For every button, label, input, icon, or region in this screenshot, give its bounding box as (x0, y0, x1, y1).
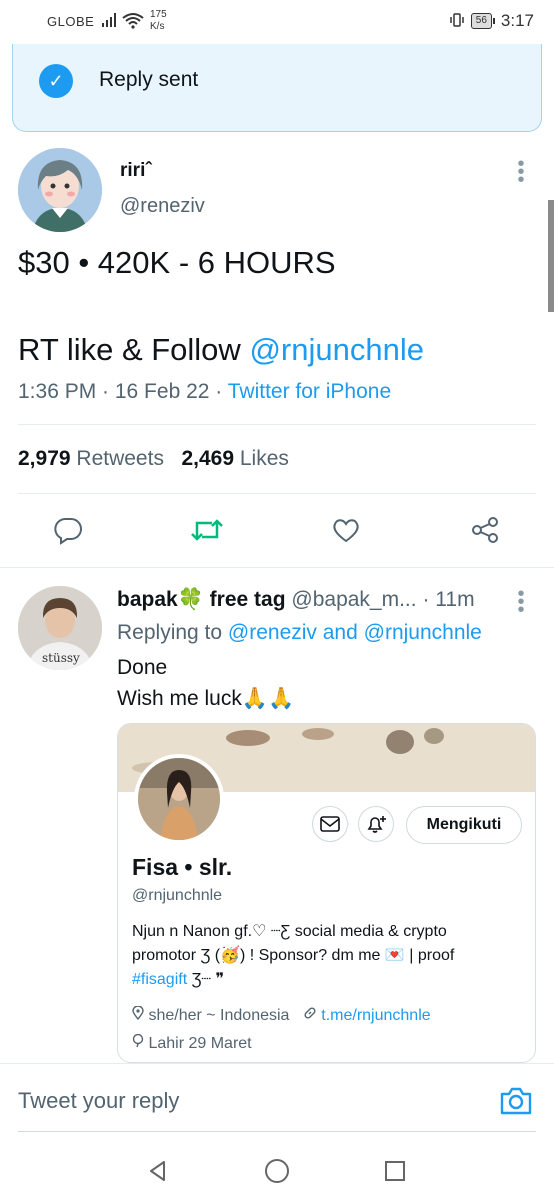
home-icon[interactable] (262, 1156, 292, 1186)
tweet-text: RT like & Follow (18, 332, 250, 367)
divider (18, 424, 536, 425)
status-bar: GLOBE 175 K/s 56 3:17 (0, 0, 554, 44)
hashtag: #fisagift (132, 971, 188, 988)
divider (18, 493, 536, 494)
mention-link[interactable]: @rnjunchnle (364, 621, 482, 644)
carrier-label: GLOBE (47, 14, 95, 29)
share-icon[interactable] (465, 510, 505, 550)
reply-icon[interactable] (48, 510, 88, 550)
profile-avatar (134, 754, 224, 844)
tweet-source-link[interactable]: Twitter for iPhone (228, 380, 391, 403)
clock: 3:17 (500, 11, 534, 30)
divider (0, 567, 554, 568)
profile-handle: @rnjunchnle (132, 887, 223, 904)
reply-author-handle[interactable]: @bapak_m... (291, 588, 416, 611)
mention-link[interactable]: @reneziv (228, 621, 317, 644)
retweet-icon[interactable] (187, 510, 227, 550)
reply-sent-toast: ✓ Reply sent (12, 44, 542, 132)
bio-line: promotor Ʒ (🥳) ! Sponsor? dm me 💌 | proo… (132, 947, 455, 964)
recent-apps-icon[interactable] (380, 1156, 410, 1186)
notification-bell-icon (358, 806, 394, 842)
check-icon: ✓ (39, 64, 73, 98)
camera-icon[interactable] (498, 1083, 534, 1119)
profile-location-row: she/her ~ Indonesia t.me/rnjunchnle (132, 1005, 431, 1025)
profile-birthday-row: Lahir 29 Maret (132, 1033, 252, 1053)
signal-icon (102, 13, 118, 32)
balloon-icon (132, 1033, 148, 1052)
battery-level: 56 (470, 13, 492, 29)
profile-bio: Njun n Nanon gf.♡ ┈Ƹ social media & cryp… (132, 920, 527, 992)
reply-text-line2: Wish me luck🙏🙏 (117, 687, 295, 710)
tweet-text-line1: $30 • 420K - 6 HOURS (18, 245, 336, 280)
tweet-text-line2: RT like & Follow @rnjunchnle (18, 332, 424, 368)
likes-stat[interactable]: 2,469 Likes (181, 447, 288, 470)
reply-input-underline (18, 1131, 536, 1132)
reply-time: · 11m (422, 588, 475, 611)
tweet-meta: 1:36 PM · 16 Feb 22 · Twitter for iPhone (18, 380, 391, 404)
location-icon (132, 1005, 148, 1024)
author-avatar[interactable] (18, 148, 102, 232)
profile-location: she/her ~ Indonesia (148, 1007, 290, 1024)
reply-text-line1: Done (117, 656, 168, 679)
replying-label: Replying to (117, 621, 228, 644)
message-icon (312, 806, 348, 842)
profile-birthday: Lahir 29 Maret (148, 1035, 252, 1052)
following-button: Mengikuti (406, 806, 522, 844)
tweet-actions (0, 510, 554, 554)
tweet-timestamp: 1:36 PM · 16 Feb 22 · (18, 380, 228, 403)
replying-and: and (316, 621, 364, 644)
like-icon[interactable] (326, 510, 366, 550)
scrollbar[interactable] (548, 200, 554, 312)
system-nav-bar (0, 1140, 554, 1200)
author-handle[interactable]: @reneziv (120, 195, 205, 218)
network-speed: 175 K/s (150, 9, 167, 32)
reply-input[interactable]: Tweet your reply (18, 1088, 179, 1114)
vibrate-icon (449, 12, 465, 31)
divider (0, 1063, 554, 1064)
battery-icon: 56 (470, 13, 495, 29)
tweet-stats: 2,979 Retweets 2,469 Likes (18, 447, 289, 471)
reply-author-name[interactable]: bapak🍀 free tag (117, 588, 286, 611)
link-icon (303, 1007, 321, 1024)
svg-text:stüssy: stüssy (42, 651, 80, 665)
author-name[interactable]: ririˆ (120, 160, 152, 182)
profile-name: Fisa • slr. (132, 854, 233, 880)
bio-line: Njun n Nanon gf.♡ ┈Ƹ social media & cryp… (132, 923, 447, 940)
retweets-stat[interactable]: 2,979 Retweets (18, 447, 164, 470)
toast-message: Reply sent (99, 68, 199, 91)
more-options-icon[interactable]: • • • (516, 584, 526, 620)
wifi-icon (122, 12, 144, 35)
mention-link[interactable]: @rnjunchnle (249, 332, 424, 367)
reply-author-avatar[interactable]: stüssy (18, 586, 102, 670)
profile-link: t.me/rnjunchnle (321, 1007, 431, 1024)
attached-image[interactable]: Mengikuti Fisa • slr. @rnjunchnle Njun n… (117, 723, 536, 1063)
bio-line: #fisagift Ʒ┈ ❞ (132, 971, 225, 988)
reply-header: bapak🍀 free tag @bapak_m... · 11m (117, 588, 475, 612)
more-options-icon[interactable]: • • • (516, 154, 526, 190)
replying-to: Replying to @reneziv and @rnjunchnle (117, 621, 482, 645)
back-icon[interactable] (143, 1156, 173, 1186)
